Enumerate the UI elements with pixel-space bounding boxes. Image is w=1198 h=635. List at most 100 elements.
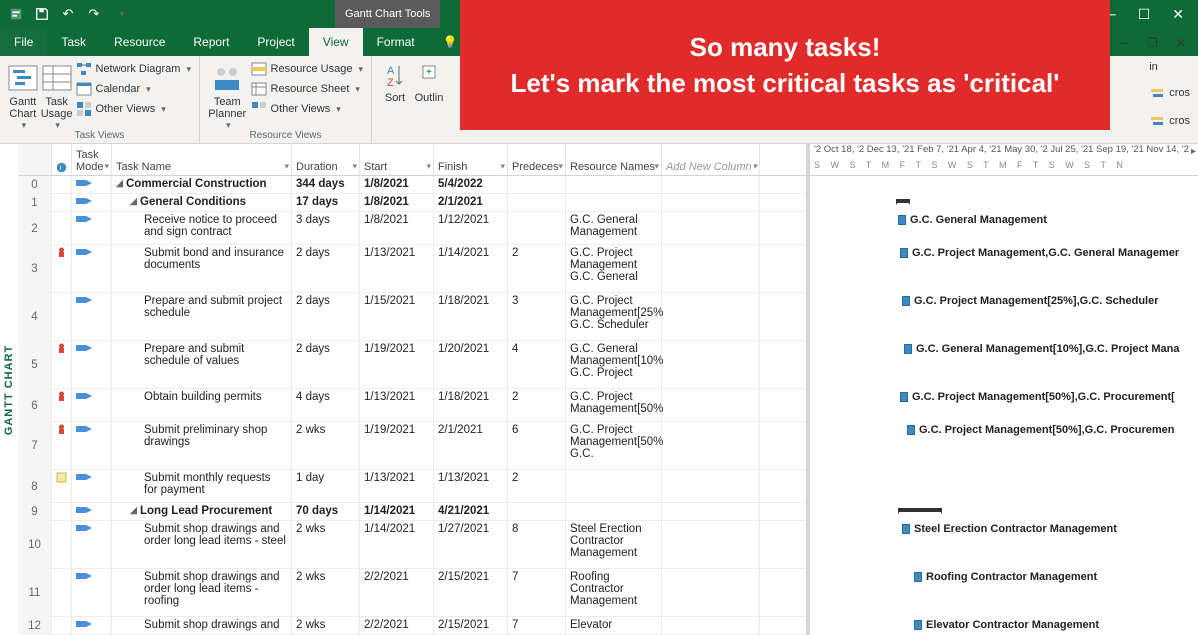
task-name-cell[interactable]: Obtain building permits bbox=[112, 389, 292, 421]
finish-cell[interactable]: 4/21/2021 bbox=[434, 503, 508, 520]
task-mode-cell[interactable] bbox=[72, 503, 112, 520]
header-predecessors[interactable]: Predeces▾ bbox=[508, 144, 566, 175]
task-name-cell[interactable]: Submit shop drawings and bbox=[112, 617, 292, 634]
predecessor-cell[interactable] bbox=[508, 194, 566, 211]
finish-cell[interactable]: 1/27/2021 bbox=[434, 521, 508, 568]
start-cell[interactable]: 1/14/2021 bbox=[360, 503, 434, 520]
resource-usage-button[interactable]: Resource Usage▾ bbox=[249, 60, 365, 78]
gantt-bar[interactable]: G.C. Project Management[50%],G.C. Procur… bbox=[900, 391, 1175, 403]
table-row[interactable]: 11 Submit shop drawings and order long le… bbox=[18, 569, 806, 617]
finish-cell[interactable]: 1/14/2021 bbox=[434, 245, 508, 292]
menu-file[interactable]: File bbox=[0, 28, 47, 56]
row-number[interactable]: 11 bbox=[18, 569, 52, 617]
gantt-bar[interactable]: G.C. Project Management[50%],G.C. Procur… bbox=[907, 424, 1175, 436]
start-cell[interactable]: 1/8/2021 bbox=[360, 194, 434, 211]
finish-cell[interactable]: 1/18/2021 bbox=[434, 389, 508, 421]
header-rownum[interactable] bbox=[18, 144, 52, 175]
duration-cell[interactable]: 2 days bbox=[292, 293, 360, 340]
task-mode-cell[interactable] bbox=[72, 176, 112, 193]
resource-cell[interactable]: Elevator bbox=[566, 617, 662, 634]
gantt-bar[interactable]: G.C. General Management[10%],G.C. Projec… bbox=[904, 343, 1179, 355]
task-usage-button[interactable]: Task Usage▾ bbox=[40, 58, 74, 128]
predecessor-cell[interactable]: 2 bbox=[508, 470, 566, 502]
empty-cell[interactable] bbox=[662, 521, 760, 568]
menu-view[interactable]: View bbox=[309, 28, 363, 56]
ribbon-cros2-button[interactable]: cros bbox=[1147, 112, 1192, 130]
task-name-cell[interactable]: Submit monthly requests for payment bbox=[112, 470, 292, 502]
task-mode-cell[interactable] bbox=[72, 569, 112, 616]
sort-button[interactable]: AZ Sort bbox=[378, 58, 412, 128]
row-number[interactable]: 0 bbox=[18, 176, 52, 194]
task-mode-cell[interactable] bbox=[72, 293, 112, 340]
header-task-name[interactable]: Task Name▾ bbox=[112, 144, 292, 175]
predecessor-cell[interactable]: 3 bbox=[508, 293, 566, 340]
table-row[interactable]: 0◢Commercial Construction344 days1/8/202… bbox=[18, 176, 806, 194]
row-number[interactable]: 12 bbox=[18, 617, 52, 635]
header-resource-names[interactable]: Resource Names▾ bbox=[566, 144, 662, 175]
empty-cell[interactable] bbox=[662, 293, 760, 340]
task-name-cell[interactable]: Submit shop drawings and order long lead… bbox=[112, 521, 292, 568]
finish-cell[interactable]: 2/1/2021 bbox=[434, 422, 508, 469]
calendar-button[interactable]: Calendar▾ bbox=[74, 80, 194, 98]
sub-minimize-icon[interactable]: ─ bbox=[1121, 36, 1130, 50]
task-mode-cell[interactable] bbox=[72, 389, 112, 421]
other-views-2-button[interactable]: Other Views▾ bbox=[249, 100, 365, 118]
task-name-cell[interactable]: ◢Long Lead Procurement bbox=[112, 503, 292, 520]
predecessor-cell[interactable]: 6 bbox=[508, 422, 566, 469]
duration-cell[interactable]: 2 wks bbox=[292, 617, 360, 634]
duration-cell[interactable]: 2 wks bbox=[292, 422, 360, 469]
empty-cell[interactable] bbox=[662, 176, 760, 193]
other-views-button[interactable]: Other Views▾ bbox=[74, 100, 194, 118]
menu-format[interactable]: Format bbox=[363, 28, 429, 56]
row-number[interactable]: 10 bbox=[18, 521, 52, 569]
start-cell[interactable]: 1/14/2021 bbox=[360, 521, 434, 568]
predecessor-cell[interactable]: 4 bbox=[508, 341, 566, 388]
table-row[interactable]: 4Prepare and submit project schedule2 da… bbox=[18, 293, 806, 341]
empty-cell[interactable] bbox=[662, 617, 760, 634]
task-name-cell[interactable]: Submit shop drawings and order long lead… bbox=[112, 569, 292, 616]
finish-cell[interactable]: 2/15/2021 bbox=[434, 569, 508, 616]
resource-cell[interactable]: Steel Erection Contractor Management bbox=[566, 521, 662, 568]
table-row[interactable]: 6Obtain building permits4 days1/13/20211… bbox=[18, 389, 806, 422]
start-cell[interactable]: 1/13/2021 bbox=[360, 245, 434, 292]
header-duration[interactable]: Duration▾ bbox=[292, 144, 360, 175]
team-planner-button[interactable]: Team Planner▾ bbox=[206, 58, 249, 128]
finish-cell[interactable]: 1/20/2021 bbox=[434, 341, 508, 388]
start-cell[interactable]: 1/19/2021 bbox=[360, 341, 434, 388]
finish-cell[interactable]: 1/13/2021 bbox=[434, 470, 508, 502]
resource-cell[interactable]: G.C. Project Management G.C. General bbox=[566, 245, 662, 292]
empty-cell[interactable] bbox=[662, 503, 760, 520]
row-number[interactable]: 8 bbox=[18, 470, 52, 503]
resource-cell[interactable]: G.C. Project Management[50% bbox=[566, 389, 662, 421]
empty-cell[interactable] bbox=[662, 194, 760, 211]
gantt-chart-button[interactable]: Gantt Chart▾ bbox=[6, 58, 40, 128]
undo-icon[interactable]: ↶ bbox=[60, 6, 76, 22]
table-row[interactable]: 1◢General Conditions17 days1/8/20212/1/2… bbox=[18, 194, 806, 212]
resource-cell[interactable]: G.C. General Management[10% G.C. Project bbox=[566, 341, 662, 388]
table-row[interactable]: 7Submit preliminary shop drawings2 wks1/… bbox=[18, 422, 806, 470]
duration-cell[interactable]: 2 days bbox=[292, 341, 360, 388]
row-number[interactable]: 1 bbox=[18, 194, 52, 212]
start-cell[interactable]: 1/13/2021 bbox=[360, 389, 434, 421]
resource-cell[interactable] bbox=[566, 194, 662, 211]
empty-cell[interactable] bbox=[662, 245, 760, 292]
empty-cell[interactable] bbox=[662, 422, 760, 469]
row-number[interactable]: 3 bbox=[18, 245, 52, 293]
task-mode-cell[interactable] bbox=[72, 194, 112, 211]
predecessor-cell[interactable]: 7 bbox=[508, 569, 566, 616]
resource-cell[interactable]: G.C. General Management bbox=[566, 212, 662, 244]
predecessor-cell[interactable]: 7 bbox=[508, 617, 566, 634]
task-name-cell[interactable]: Receive notice to proceed and sign contr… bbox=[112, 212, 292, 244]
row-number[interactable]: 9 bbox=[18, 503, 52, 521]
duration-cell[interactable]: 17 days bbox=[292, 194, 360, 211]
task-mode-cell[interactable] bbox=[72, 341, 112, 388]
menu-resource[interactable]: Resource bbox=[100, 28, 179, 56]
row-number[interactable]: 4 bbox=[18, 293, 52, 341]
gantt-bar[interactable]: G.C. Project Management[25%],G.C. Schedu… bbox=[902, 295, 1159, 307]
gantt-bar[interactable]: Elevator Contractor Management bbox=[914, 619, 1099, 631]
outline-button[interactable]: + Outlin bbox=[412, 58, 446, 128]
resource-cell[interactable] bbox=[566, 176, 662, 193]
resource-cell[interactable] bbox=[566, 470, 662, 502]
save-icon[interactable] bbox=[34, 6, 50, 22]
row-number[interactable]: 5 bbox=[18, 341, 52, 389]
